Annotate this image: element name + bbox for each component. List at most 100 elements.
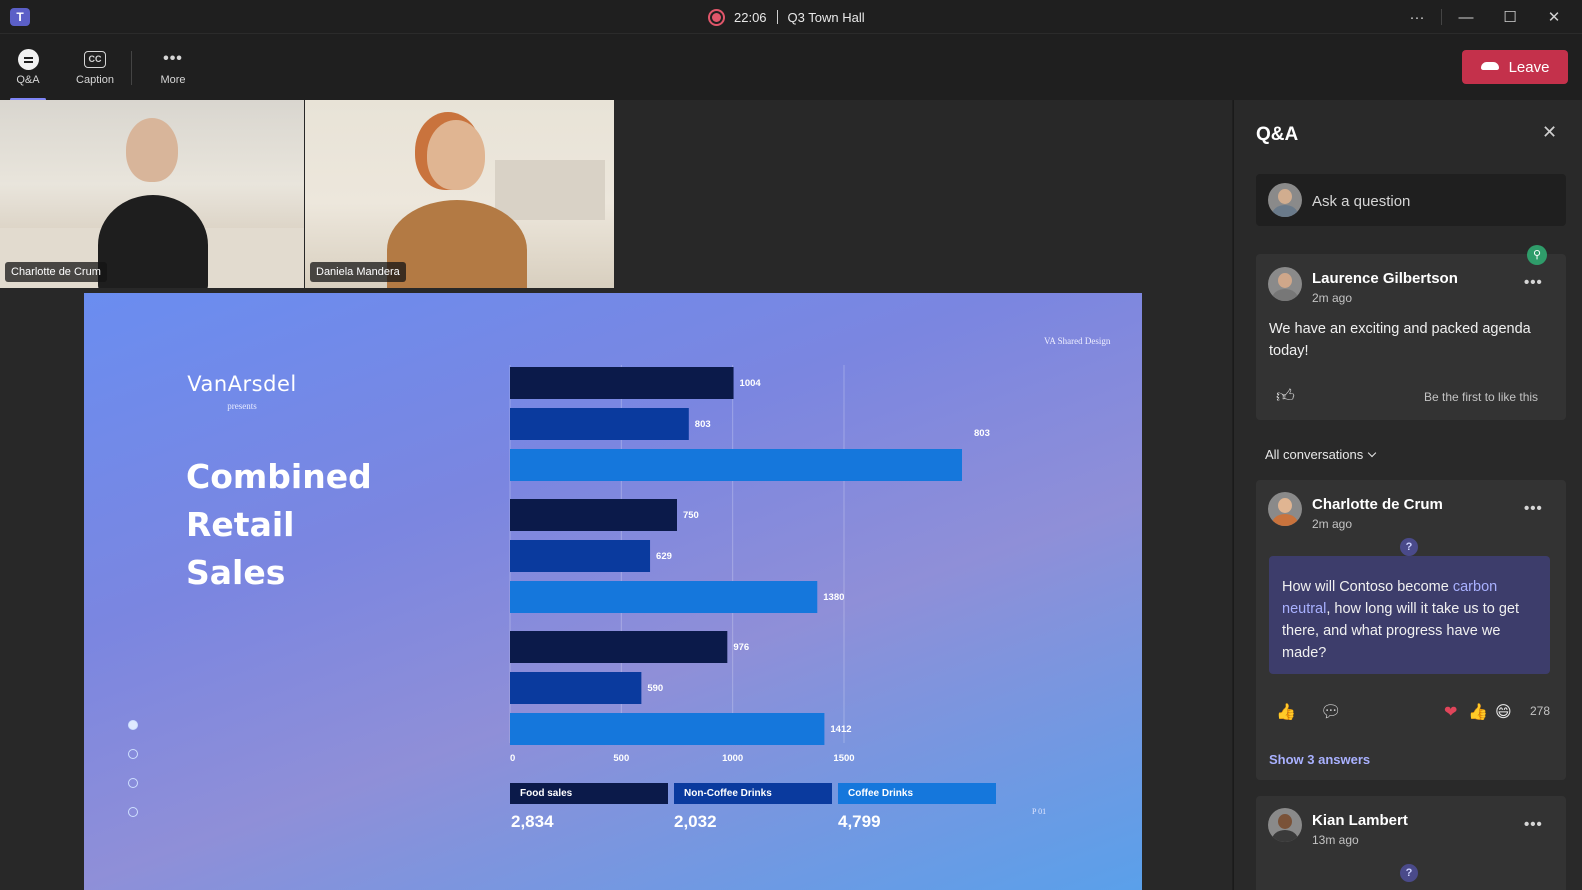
thumbs-up-outline-icon[interactable]: 👍︎ (1276, 385, 1295, 407)
chart-bar (510, 408, 689, 440)
ask-question-box[interactable] (1256, 174, 1566, 226)
caption-button-label: Caption (76, 74, 114, 86)
x-tick-label: 1000 (722, 753, 743, 764)
legend-coffee-drinks: Coffee Drinks (838, 783, 996, 804)
window-controls: ··· — ☐ ✕ (1395, 4, 1576, 30)
meeting-timer: 22:06 (734, 9, 767, 25)
leave-button[interactable]: Leave (1462, 50, 1568, 84)
bar-data-label: 1380 (823, 592, 844, 603)
show-answers-link[interactable]: Show 3 answers (1269, 752, 1370, 767)
pinned-post-card: ⚲ Laurence Gilbertson 2m ago ••• We have… (1256, 245, 1566, 420)
title-divider (776, 10, 778, 24)
filter-label: All conversations (1265, 447, 1364, 462)
shared-slide: VanArsdel presents VA Shared Design Comb… (84, 293, 1142, 890)
participant-name-label: Charlotte de Crum (5, 262, 107, 282)
question-text: How will Contoso become carbon neutral, … (1269, 556, 1550, 674)
meeting-stage: Charlotte de Crum Daniela Mandera VanArs… (0, 100, 1232, 890)
reply-icon[interactable]: 💬︎ (1320, 702, 1342, 722)
question-more-icon[interactable]: ••• (1524, 500, 1543, 517)
toolbar-divider (131, 51, 132, 85)
recording-icon (708, 8, 725, 26)
more-options-icon: ••• (163, 50, 183, 67)
closed-caption-icon: CC (84, 50, 106, 68)
question-author: Kian Lambert (1312, 812, 1408, 829)
avatar (1268, 492, 1302, 526)
like-reaction-icon: 👍 (1468, 704, 1488, 721)
video-tile-daniela[interactable]: Daniela Mandera (305, 100, 614, 288)
bar-data-label: 629 (656, 551, 672, 562)
participant-figure (98, 195, 208, 288)
chart-bar (510, 367, 734, 399)
question-card: Charlotte de Crum 2m ago ••• ? How will … (1256, 480, 1566, 780)
more-button-label: More (160, 74, 186, 86)
chart-bar (510, 713, 825, 745)
chart-bar (510, 540, 651, 572)
phone-hangup-icon (1480, 62, 1499, 70)
video-tile-charlotte[interactable]: Charlotte de Crum (0, 100, 304, 288)
bar-data-label: 976 (733, 642, 749, 653)
bar-data-label: 750 (683, 510, 699, 521)
qa-panel-title: Q&A (1256, 124, 1299, 145)
chart-bar (510, 631, 728, 663)
legend-non-coffee-drinks: Non-Coffee Drinks (674, 783, 832, 804)
total-food-sales: 2,834 (511, 812, 554, 831)
question-time: 2m ago (1312, 517, 1353, 531)
legend-food-sales: Food sales (510, 783, 668, 804)
like-prompt: Be the first to like this (1424, 390, 1539, 404)
avatar (1268, 808, 1302, 842)
bar-data-label: 590 (647, 683, 663, 694)
meeting-toolbar: Q&A CC Caption ••• More Leave (0, 35, 1582, 101)
meeting-header: 22:06 Q3 Town Hall (708, 8, 865, 26)
window-divider (1441, 9, 1442, 25)
chart-bar (510, 449, 962, 481)
caption-button[interactable]: CC Caption (67, 47, 123, 95)
x-tick-label: 1500 (833, 753, 854, 764)
post-more-icon[interactable]: ••• (1524, 274, 1543, 291)
ask-question-input[interactable] (1312, 190, 1552, 212)
avatar (1268, 267, 1302, 301)
participant-face (126, 118, 178, 182)
question-more-icon[interactable]: ••• (1524, 816, 1543, 833)
participant-face (427, 120, 485, 190)
teams-app-icon: T (10, 8, 30, 26)
chart-bar (510, 672, 642, 704)
qa-button-label: Q&A (16, 74, 40, 86)
chart-bar (510, 581, 818, 613)
participant-name-label: Daniela Mandera (310, 262, 406, 282)
pin-icon[interactable]: ⚲ (1527, 245, 1547, 265)
title-bar: T 22:06 Q3 Town Hall ··· — ☐ ✕ (0, 0, 1582, 34)
minimize-icon[interactable]: — (1444, 4, 1488, 30)
total-coffee-drinks: 4,799 (838, 812, 881, 831)
my-avatar (1268, 183, 1302, 217)
x-tick-label: 0 (510, 753, 515, 764)
bar-data-label: 803 (974, 428, 990, 439)
post-author: Laurence Gilbertson (1312, 270, 1458, 287)
leave-button-label: Leave (1508, 58, 1550, 76)
bar-data-label: 1004 (740, 378, 762, 389)
qa-button[interactable]: Q&A (0, 47, 56, 101)
window-more-icon[interactable]: ··· (1395, 4, 1439, 30)
conversation-filter[interactable]: All conversations (1265, 447, 1377, 462)
close-panel-icon[interactable]: ✕ (1542, 122, 1557, 143)
more-button[interactable]: ••• More (145, 47, 201, 95)
question-icon: ? (1398, 536, 1420, 558)
question-time: 13m ago (1312, 833, 1359, 847)
chart-bar (510, 499, 677, 531)
meeting-title: Q3 Town Hall (787, 9, 865, 25)
maximize-icon[interactable]: ☐ (1488, 4, 1532, 30)
bookshelf (495, 160, 605, 220)
slide-page-number: P 01 (1032, 807, 1047, 816)
question-icon: ? (1398, 862, 1420, 884)
reaction-count: 278 (1530, 704, 1551, 718)
post-time: 2m ago (1312, 291, 1353, 305)
chevron-down-icon (1368, 448, 1377, 458)
qa-panel: Q&A ✕ ⚲ Laurence Gilbertson 2m ago ••• W… (1233, 100, 1582, 890)
laugh-reaction-icon: 😄 (1495, 704, 1512, 721)
question-text-part: How will Contoso become (1282, 579, 1453, 595)
thumbs-up-icon[interactable]: 👍 (1276, 702, 1296, 722)
close-window-icon[interactable]: ✕ (1532, 4, 1576, 30)
qa-chat-icon (17, 48, 39, 70)
post-text: We have an exciting and packed agenda to… (1269, 321, 1531, 359)
bar-data-label: 803 (695, 419, 711, 430)
total-non-coffee-drinks: 2,032 (674, 812, 717, 831)
